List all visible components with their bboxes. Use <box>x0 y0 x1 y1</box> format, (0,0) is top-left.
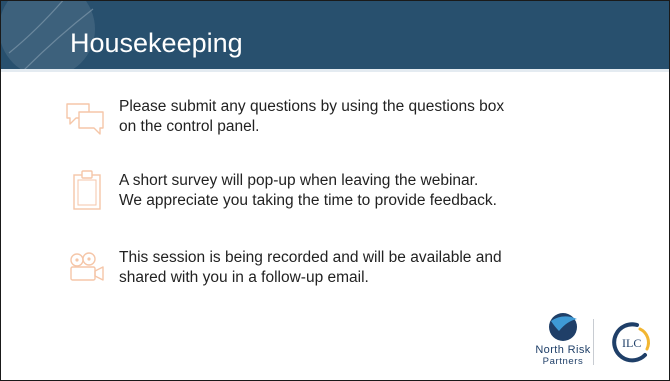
slide-header: Housekeeping <box>1 1 669 69</box>
item-line: shared with you in a follow-up email. <box>119 269 369 286</box>
north-risk-partners-logo: North Risk Partners <box>520 344 606 368</box>
list-item: A short survey will pop-up when leaving … <box>1 170 669 231</box>
item-line: This session is being recorded and will … <box>119 249 502 266</box>
item-line: Please submit any questions by using the… <box>119 98 505 115</box>
item-line: A short survey will pop-up when leaving … <box>119 172 479 189</box>
north-risk-partners-logo-mark <box>549 313 577 341</box>
video-camera-icon <box>70 252 104 281</box>
item-line: on the control panel. <box>119 118 260 135</box>
chat-bubbles-icon <box>66 103 104 135</box>
item-text: This session is being recorded and will … <box>119 248 589 288</box>
item-text: Please submit any questions by using the… <box>119 97 589 137</box>
ilc-logo-text: ILC <box>622 336 641 350</box>
ilc-logo: ILC <box>612 322 650 363</box>
slide-title: Housekeeping <box>70 28 243 58</box>
list-item: This session is being recorded and will … <box>1 248 669 308</box>
header-rule <box>1 69 669 72</box>
logo-divider <box>593 319 594 365</box>
clipboard-icon <box>73 170 101 210</box>
slide: Housekeeping Please submit any questions… <box>0 0 670 381</box>
logo-text-line2: Partners <box>542 356 584 367</box>
logo-text-line1: North Risk <box>535 344 591 356</box>
list-item: Please submit any questions by using the… <box>1 97 669 157</box>
item-line: We appreciate you taking the time to pro… <box>119 192 497 209</box>
item-text: A short survey will pop-up when leaving … <box>119 171 589 211</box>
